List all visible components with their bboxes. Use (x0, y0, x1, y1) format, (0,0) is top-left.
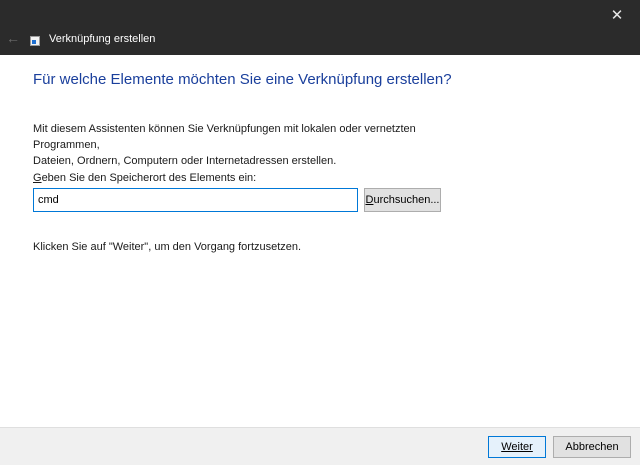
description-text: Mit diesem Assistenten können Sie Verknü… (33, 121, 473, 169)
window-title: Verknüpfung erstellen (49, 33, 156, 45)
browse-accelerator: D (365, 194, 374, 206)
location-label: Geben Sie den Speicherort des Elements e… (33, 172, 256, 184)
next-button[interactable]: Weiter (488, 436, 546, 458)
location-label-accelerator: G (33, 172, 42, 184)
close-button[interactable]: ✕ (594, 0, 640, 30)
back-arrow-icon: ← (6, 30, 20, 46)
browse-button[interactable]: Durchsuchen... (364, 188, 441, 212)
next-button-label: Weiter (501, 441, 533, 453)
cancel-button-label: Abbrechen (565, 441, 619, 453)
continue-hint: Klicken Sie auf "Weiter", um den Vorgang… (33, 241, 302, 253)
page-heading: Für welche Elemente möchten Sie eine Ver… (33, 71, 452, 88)
location-input[interactable] (33, 188, 358, 212)
shortcut-icon (30, 36, 40, 46)
title-bar: ✕ ← Verknüpfung erstellen (0, 0, 640, 55)
cancel-button[interactable]: Abbrechen (553, 436, 631, 458)
close-icon: ✕ (610, 7, 624, 24)
browse-label: urchsuchen... (373, 194, 440, 206)
location-label-text: eben Sie den Speicherort des Elements ei… (41, 172, 257, 184)
description-line-2: Dateien, Ordnern, Computern oder Interne… (33, 155, 337, 167)
description-line-1: Mit diesem Assistenten können Sie Verknü… (33, 123, 416, 151)
back-button[interactable]: ← (4, 29, 22, 47)
